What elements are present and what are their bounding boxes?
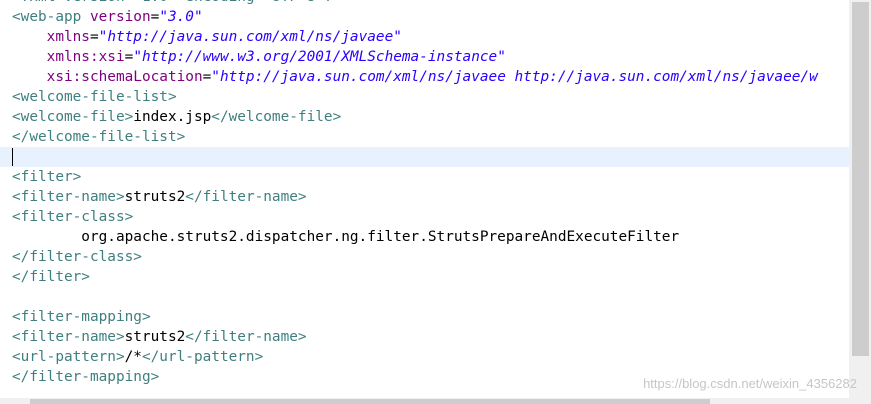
code-line[interactable]: org.apache.struts2.dispatcher.ng.filter.… xyxy=(12,227,679,247)
code-token-text: org.apache.struts2.dispatcher.ng.filter.… xyxy=(12,229,680,245)
code-line[interactable]: <welcome-file-list> xyxy=(12,87,177,107)
code-line[interactable]: <web-app version="3.0" xyxy=(12,7,203,27)
code-token-tag: </filter> xyxy=(12,269,90,285)
text-caret xyxy=(12,148,14,166)
code-token-tag: <?xml version="1.0" encoding="UTF-8"?> xyxy=(12,0,341,5)
code-line[interactable]: <filter-name>struts2</filter-name> xyxy=(12,187,307,207)
code-line[interactable]: <url-pattern>/*</url-pattern> xyxy=(12,347,263,367)
code-token-tag: </filter-name> xyxy=(185,189,307,205)
code-token-tag: <url-pattern> xyxy=(12,349,125,365)
code-token-tag: <filter-mapping> xyxy=(12,309,151,325)
code-line[interactable]: <filter> xyxy=(12,167,81,187)
code-token-tag: </welcome-file-list> xyxy=(12,129,186,145)
code-token-text: index.jsp xyxy=(133,109,212,125)
code-token-tag: </filter-class> xyxy=(12,249,142,265)
vertical-scrollbar[interactable] xyxy=(849,0,871,404)
code-line[interactable]: xmlns:xsi="http://www.w3.org/2001/XMLSch… xyxy=(12,47,506,67)
current-line-highlight xyxy=(0,147,849,167)
code-token-attribute: xmlns:xsi xyxy=(46,49,125,65)
horizontal-scrollbar[interactable] xyxy=(0,398,849,404)
code-line[interactable]: </filter-class> xyxy=(12,247,142,267)
code-token-tag: </filter-mapping> xyxy=(12,369,160,385)
code-line[interactable]: </filter> xyxy=(12,267,90,287)
code-token-text: = xyxy=(89,29,99,45)
code-token-tag: <filter-name> xyxy=(12,189,125,205)
code-token-tag: </url-pattern> xyxy=(141,349,264,365)
code-line[interactable]: xsi:schemaLocation="http://java.sun.com/… xyxy=(12,67,818,87)
code-token-tag: <welcome-file-list> xyxy=(12,89,177,105)
code-line[interactable]: </welcome-file-list> xyxy=(12,127,185,147)
code-token-text: /* xyxy=(124,349,142,365)
code-token-value: "http://java.sun.com/xml/ns/javaee http:… xyxy=(211,69,818,85)
code-line[interactable]: </filter-mapping> xyxy=(12,367,159,387)
code-token-attribute: xsi:schemaLocation xyxy=(46,69,203,85)
code-token-text: = xyxy=(124,49,134,65)
vertical-scrollbar-thumb[interactable] xyxy=(852,2,869,356)
code-token-tag: </filter-name> xyxy=(185,329,307,345)
code-line[interactable]: <filter-mapping> xyxy=(12,307,151,327)
code-token-tag: <filter-class> xyxy=(12,209,134,225)
code-editor[interactable]: <?xml version="1.0" encoding="UTF-8"?> <w… xyxy=(0,0,849,404)
code-line[interactable]: <?xml version="1.0" encoding="UTF-8"?> xyxy=(12,0,341,7)
watermark-text: https://blog.csdn.net/weixin_4356282 xyxy=(643,376,857,391)
code-token-value: "http://www.w3.org/2001/XMLSchema-instan… xyxy=(133,49,506,65)
code-token-tag: <welcome-file> xyxy=(12,109,134,125)
code-token-attribute: version xyxy=(89,9,151,25)
code-token-tag: <filter-name> xyxy=(12,329,125,345)
code-token-text: struts2 xyxy=(124,189,186,205)
code-line[interactable]: <filter-class> xyxy=(12,207,133,227)
code-line[interactable]: xmlns="http://java.sun.com/xml/ns/javaee… xyxy=(12,27,402,47)
code-token-text: = xyxy=(150,9,160,25)
code-token-tag: <filter> xyxy=(12,169,82,185)
code-line[interactable]: <welcome-file>index.jsp</welcome-file> xyxy=(12,107,341,127)
code-token-text: = xyxy=(202,69,212,85)
code-token-tag: <web-app xyxy=(12,9,90,25)
code-token-attribute: xmlns xyxy=(46,29,90,45)
horizontal-scrollbar-thumb[interactable] xyxy=(30,399,710,404)
code-token-tag: </welcome-file> xyxy=(211,109,342,125)
code-token-text: struts2 xyxy=(124,329,186,345)
code-line[interactable]: <filter-name>struts2</filter-name> xyxy=(12,327,307,347)
code-token-value: "3.0" xyxy=(159,9,203,25)
code-token-value: "http://java.sun.com/xml/ns/javaee" xyxy=(98,29,402,45)
